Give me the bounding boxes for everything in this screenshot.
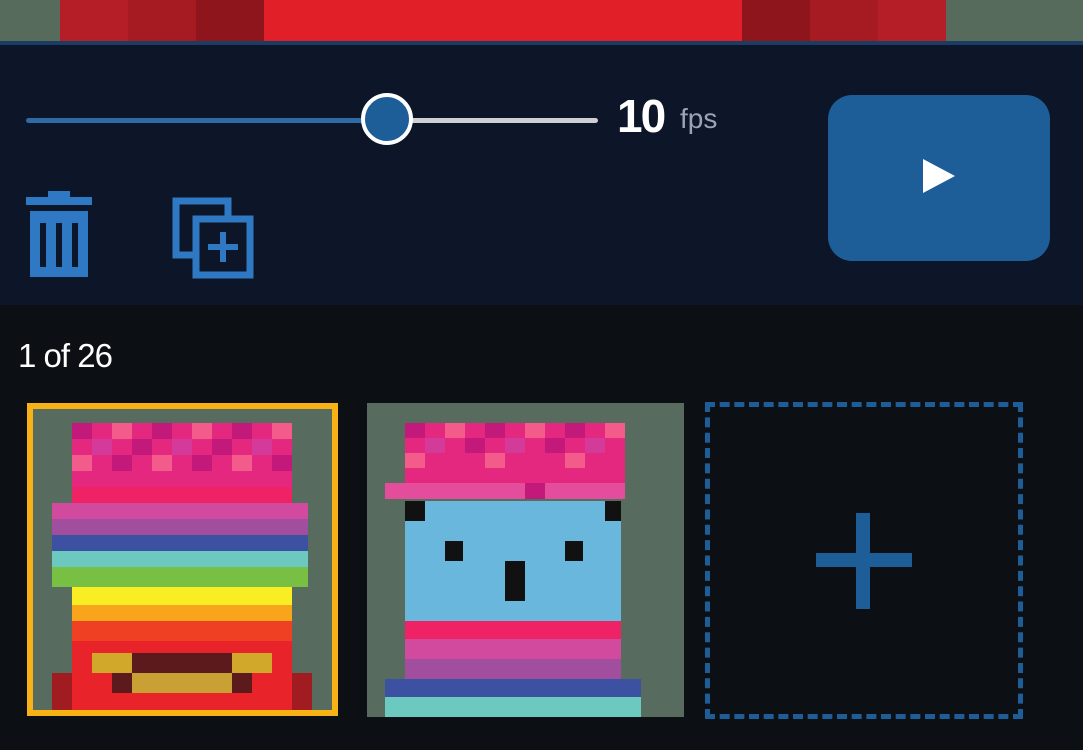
- delete-frame-button[interactable]: [24, 187, 94, 281]
- duplicate-frame-button[interactable]: [170, 195, 260, 281]
- canvas-preview-strip: [0, 0, 1083, 41]
- trash-icon: [26, 191, 92, 277]
- plus-icon: [816, 513, 912, 609]
- frame-counter: 1 of 26: [18, 337, 113, 374]
- frame-thumbnail[interactable]: [367, 403, 684, 717]
- speed-slider-track[interactable]: [388, 118, 598, 123]
- fps-value: 10: [617, 90, 666, 142]
- add-frame-button[interactable]: [705, 402, 1023, 719]
- frame-1-pixel-art: [52, 423, 312, 710]
- duplicate-frame-icon: [172, 197, 254, 279]
- play-button[interactable]: [828, 95, 1050, 261]
- fps-unit: fps: [680, 103, 718, 134]
- play-icon: [923, 159, 955, 193]
- speed-slider-track-filled[interactable]: [26, 118, 388, 123]
- animation-controls: 10 fps: [0, 45, 1083, 305]
- speed-slider-thumb[interactable]: [361, 93, 413, 145]
- frame-2-pixel-art: [385, 423, 641, 717]
- frame-thumbnail-selected[interactable]: [27, 403, 338, 716]
